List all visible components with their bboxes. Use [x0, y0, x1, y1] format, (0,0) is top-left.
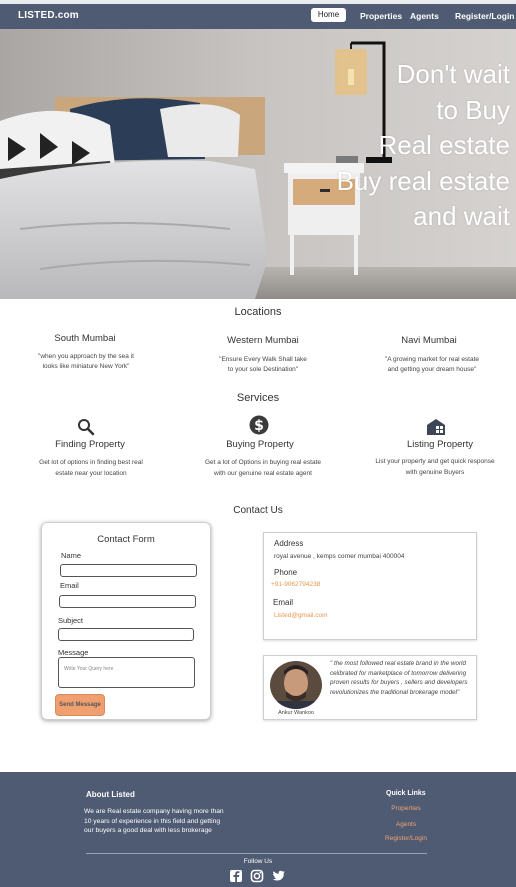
service-desc-line: estate near your location: [55, 470, 127, 477]
footer: About Listed We are Real estate company …: [0, 772, 516, 887]
footer-divider: [86, 853, 427, 854]
brand-logo[interactable]: LISTED.com: [18, 10, 79, 21]
navbar: LISTED.com Home Properties Agents Regist…: [0, 4, 516, 29]
testimonial-quote: " the most followed real estate brand in…: [330, 660, 468, 696]
address-label: Address: [274, 539, 304, 548]
nav-register-login-link[interactable]: Register/Login: [455, 11, 515, 21]
subject-input[interactable]: [58, 628, 194, 641]
message-placeholder: Write Your Query here: [64, 666, 114, 672]
hero-line-1: Don't wait: [396, 59, 510, 89]
locations-title: Locations: [234, 306, 282, 318]
building-icon: [427, 419, 445, 435]
instagram-icon[interactable]: [250, 869, 264, 883]
service-name-buying: Buying Property: [226, 439, 294, 450]
location-desc-navi-mumbai: "A growing market for real estate and ge…: [352, 355, 512, 375]
hero-line-3: Real estate: [378, 130, 510, 160]
send-message-button[interactable]: Send Message: [55, 694, 105, 716]
testimonial-author: Ankur Wankoo: [278, 710, 314, 716]
service-name-finding: Finding Property: [55, 439, 125, 450]
address-value: royal avenue , kemps corner mumbai 40000…: [274, 553, 405, 560]
service-desc-line: List your property and get quick respons…: [375, 458, 495, 465]
message-textarea[interactable]: Write Your Query here: [58, 657, 195, 688]
location-name-south-mumbai: South Mumbai: [54, 333, 116, 344]
location-desc-south-mumbai: "when you approach by the sea it looks l…: [6, 352, 166, 372]
search-icon: [78, 419, 95, 436]
services-title: Services: [236, 392, 280, 404]
hero-line-2: to Buy: [436, 94, 510, 125]
service-desc-line: Get lot of options in finding best real: [39, 459, 143, 466]
hero-line-5: and wait: [413, 201, 510, 231]
email-label: Email: [273, 598, 294, 607]
hero-banner: Don't wait to Buy Real estate Buy real e…: [0, 29, 516, 299]
contact-form-title: Contact Form: [97, 534, 155, 545]
phone-value[interactable]: +91-9062794238: [271, 581, 320, 588]
service-name-listing: Listing Property: [406, 439, 473, 450]
avatar-photo: [270, 661, 322, 709]
footer-link-properties[interactable]: Properties: [366, 805, 446, 812]
contact-title: Contact Us: [233, 505, 283, 516]
about-text: We are Real estate company having more t…: [84, 808, 224, 835]
twitter-icon[interactable]: [272, 869, 286, 883]
location-desc-line: to your sole Destination": [227, 366, 299, 373]
email-label: Email: [60, 581, 79, 590]
location-desc-western-mumbai: "Ensure Every Walk Shall take to your so…: [183, 355, 343, 375]
location-desc-line: and getting your dream house": [387, 366, 477, 373]
hero-headline: Don't wait to Buy Real estate Buy real e…: [210, 57, 510, 235]
email-input[interactable]: [59, 595, 196, 608]
hero-line-4: Buy real estate: [336, 165, 510, 196]
name-label: Name: [61, 551, 82, 560]
address-card: Address royal avenue , kemps corner mumb…: [263, 532, 477, 640]
follow-us-label: Follow Us: [243, 858, 273, 865]
subject-label: Subject: [58, 616, 84, 625]
avatar: [270, 661, 322, 709]
testimonial-card: Ankur Wankoo " the most followed real es…: [263, 655, 477, 720]
footer-link-agents[interactable]: Agents: [366, 821, 446, 828]
footer-link-register-login[interactable]: Register/Login: [366, 835, 446, 842]
service-desc-buying: Get a lot of Options in buying real esta…: [178, 457, 348, 479]
service-desc-line: with genuine Buyers: [405, 469, 465, 476]
nav-home-link[interactable]: Home: [311, 8, 346, 22]
service-desc-listing: List your property and get quick respons…: [350, 456, 516, 478]
nav-agents-link[interactable]: Agents: [410, 11, 439, 21]
location-name-navi-mumbai: Navi Mumbai: [401, 335, 457, 346]
service-desc-finding: Get lot of options in finding best real …: [6, 457, 176, 479]
facebook-icon[interactable]: [229, 869, 243, 883]
service-desc-line: with our genuine real estate agent: [214, 470, 312, 477]
service-desc-line: Get a lot of Options in buying real esta…: [205, 459, 321, 466]
nav-properties-link[interactable]: Properties: [360, 11, 402, 21]
name-input[interactable]: [60, 564, 197, 577]
phone-label: Phone: [274, 568, 298, 577]
dollar-icon: $: [249, 415, 269, 435]
about-title: About Listed: [86, 790, 135, 799]
location-desc-line: "Ensure Every Walk Shall take: [219, 356, 307, 363]
location-desc-line: "when you approach by the sea it: [38, 353, 134, 360]
quick-links-title: Quick Links: [386, 790, 426, 797]
email-value[interactable]: Listed@gmail.com: [274, 612, 328, 619]
location-name-western-mumbai: Western Mumbai: [227, 335, 299, 346]
message-label: Message: [58, 648, 89, 657]
location-desc-line: looks like miniature New York": [42, 363, 130, 370]
location-desc-line: "A growing market for real estate: [384, 356, 480, 363]
contact-form: Contact Form Name Email Subject Message …: [41, 522, 211, 720]
svg-text:$: $: [254, 418, 264, 434]
